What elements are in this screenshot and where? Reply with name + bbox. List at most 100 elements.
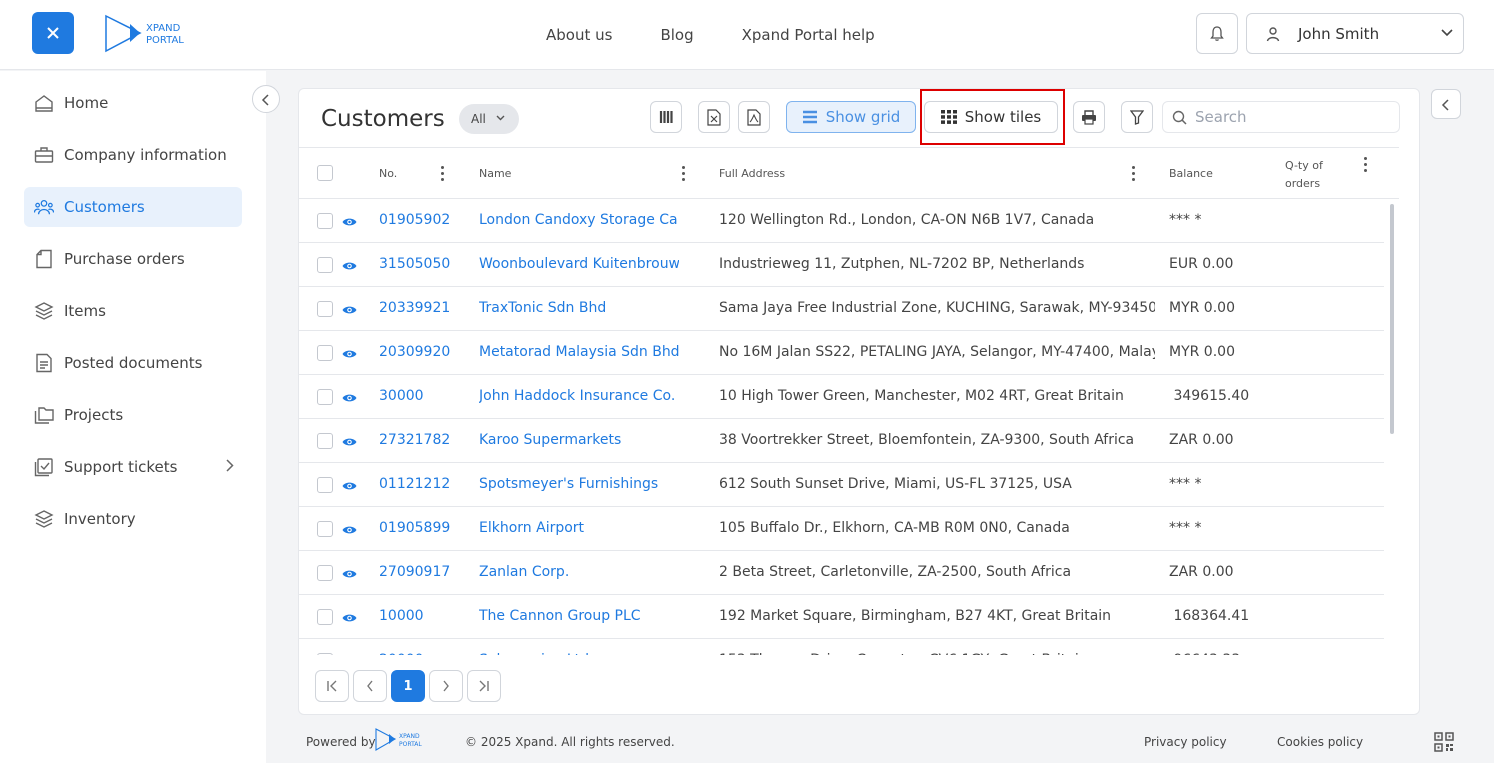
view-eye-icon[interactable] <box>342 347 357 363</box>
qr-code-icon[interactable] <box>1434 732 1454 752</box>
row-checkbox[interactable] <box>317 257 333 273</box>
view-eye-icon[interactable] <box>342 523 357 539</box>
customer-name-link[interactable]: Selangorian Ltd. <box>479 652 679 655</box>
customer-no-link[interactable]: 01121212 <box>379 476 469 492</box>
table-row[interactable]: 27321782 Karoo Supermarkets 38 Voortrekker… <box>299 419 1384 463</box>
xpand-portal-logo[interactable]: XPAND PORTAL <box>104 14 204 54</box>
columns-button[interactable] <box>650 101 682 133</box>
row-checkbox[interactable] <box>317 609 333 625</box>
customer-name-link[interactable]: Elkhorn Airport <box>479 520 679 536</box>
customer-name-link[interactable]: Zanlan Corp. <box>479 564 679 580</box>
row-checkbox[interactable] <box>317 213 333 229</box>
sidebar-item-home[interactable]: Home <box>24 83 242 123</box>
column-header-full-address[interactable]: Full Address <box>719 167 785 180</box>
sidebar-item-company-information[interactable]: Company information <box>24 135 242 175</box>
privacy-policy-link[interactable]: Privacy policy <box>1144 735 1227 749</box>
user-menu[interactable]: John Smith <box>1246 13 1464 54</box>
table-row[interactable]: 20000 Selangorian Ltd. 153 Thomas Drive, C… <box>299 639 1384 655</box>
next-page-button[interactable] <box>429 670 463 702</box>
customer-no-link[interactable]: 20000 <box>379 652 469 655</box>
table-row[interactable]: 01905902 London Candoxy Storage Ca... 120 … <box>299 199 1384 243</box>
search-input[interactable] <box>1195 106 1385 128</box>
table-row[interactable]: 20309920 Metatorad Malaysia Sdn Bhd No 16M… <box>299 331 1384 375</box>
filter-dropdown[interactable]: All <box>459 104 519 134</box>
column-header-name[interactable]: Name <box>479 167 511 180</box>
view-eye-icon[interactable] <box>342 479 357 495</box>
customer-no-link[interactable]: 10000 <box>379 608 469 624</box>
table-scrollbar[interactable] <box>1390 204 1394 434</box>
nav-blog[interactable]: Blog <box>660 26 693 44</box>
nav-portal-help[interactable]: Xpand Portal help <box>742 26 875 44</box>
last-page-button[interactable] <box>467 670 501 702</box>
customer-name-link[interactable]: Woonboulevard Kuitenbrouw... <box>479 256 679 272</box>
export-pdf-button[interactable] <box>738 101 770 133</box>
table-row[interactable]: 30000 John Haddock Insurance Co. 10 High T… <box>299 375 1384 419</box>
sidebar-item-posted-documents[interactable]: Posted documents <box>24 343 242 383</box>
customer-name-link[interactable]: John Haddock Insurance Co. <box>479 388 679 404</box>
row-checkbox[interactable] <box>317 565 333 581</box>
search-box[interactable] <box>1162 101 1400 133</box>
sidebar-item-inventory[interactable]: Inventory <box>24 499 242 539</box>
customer-no-link[interactable]: 20309920 <box>379 344 469 360</box>
row-checkbox[interactable] <box>317 477 333 493</box>
customer-no-link[interactable]: 20339921 <box>379 300 469 316</box>
row-checkbox[interactable] <box>317 301 333 317</box>
column-header-no[interactable]: No. <box>379 167 397 180</box>
row-checkbox[interactable] <box>317 345 333 361</box>
customer-no-link[interactable]: 01905902 <box>379 212 469 228</box>
table-row[interactable]: 01121212 Spotsmeyer's Furnishings 612 Sout… <box>299 463 1384 507</box>
view-eye-icon[interactable] <box>342 303 357 319</box>
notifications-button[interactable] <box>1196 13 1238 54</box>
cookies-policy-link[interactable]: Cookies policy <box>1277 735 1363 749</box>
page-1-button[interactable]: 1 <box>391 670 425 702</box>
customer-name-link[interactable]: The Cannon Group PLC <box>479 608 679 624</box>
column-menu-qty[interactable] <box>1364 157 1368 175</box>
column-menu-name[interactable] <box>682 166 686 184</box>
customer-no-link[interactable]: 27321782 <box>379 432 469 448</box>
export-excel-button[interactable] <box>698 101 730 133</box>
customer-name-link[interactable]: Metatorad Malaysia Sdn Bhd <box>479 344 679 360</box>
sidebar-item-items[interactable]: Items <box>24 291 242 331</box>
row-checkbox[interactable] <box>317 389 333 405</box>
customer-no-link[interactable]: 27090917 <box>379 564 469 580</box>
sidebar-item-projects[interactable]: Projects <box>24 395 242 435</box>
sidebar-item-support-tickets[interactable]: Support tickets <box>24 447 242 487</box>
customer-no-link[interactable]: 01905899 <box>379 520 469 536</box>
row-checkbox[interactable] <box>317 521 333 537</box>
row-checkbox[interactable] <box>317 433 333 449</box>
customer-no-link[interactable]: 30000 <box>379 388 469 404</box>
column-header-qty-orders[interactable]: Q-ty of orders <box>1285 157 1335 193</box>
view-eye-icon[interactable] <box>342 215 357 231</box>
view-eye-icon[interactable] <box>342 391 357 407</box>
customer-no-link[interactable]: 31505050 <box>379 256 469 272</box>
table-row[interactable]: 27090917 Zanlan Corp. 2 Beta Street, Carle… <box>299 551 1384 595</box>
row-checkbox[interactable] <box>317 653 333 655</box>
column-menu-address[interactable] <box>1132 166 1136 184</box>
print-button[interactable] <box>1073 101 1105 133</box>
column-header-balance[interactable]: Balance <box>1169 167 1213 180</box>
customer-name-link[interactable]: Spotsmeyer's Furnishings <box>479 476 679 492</box>
customer-name-link[interactable]: London Candoxy Storage Ca... <box>479 212 679 228</box>
view-eye-icon[interactable] <box>342 435 357 451</box>
customer-name-link[interactable]: TraxTonic Sdn Bhd <box>479 300 679 316</box>
table-row[interactable]: 20339921 TraxTonic Sdn Bhd Sama Jaya Free … <box>299 287 1384 331</box>
filter-button[interactable] <box>1121 101 1153 133</box>
customer-name-link[interactable]: Karoo Supermarkets <box>479 432 679 448</box>
sidebar-item-purchase-orders[interactable]: Purchase orders <box>24 239 242 279</box>
table-row[interactable]: 10000 The Cannon Group PLC 192 Market Squa… <box>299 595 1384 639</box>
close-menu-button[interactable] <box>32 12 74 54</box>
nav-about-us[interactable]: About us <box>546 26 612 44</box>
prev-page-button[interactable] <box>353 670 387 702</box>
table-row[interactable]: 01905899 Elkhorn Airport 105 Buffalo Dr., … <box>299 507 1384 551</box>
column-menu-no[interactable] <box>441 166 445 184</box>
view-eye-icon[interactable] <box>342 567 357 583</box>
table-row[interactable]: 31505050 Woonboulevard Kuitenbrouw... Indu… <box>299 243 1384 287</box>
collapse-sidebar-button[interactable] <box>252 85 280 113</box>
view-eye-icon[interactable] <box>342 611 357 627</box>
view-eye-icon[interactable] <box>342 259 357 275</box>
select-all-checkbox[interactable] <box>317 165 333 181</box>
first-page-button[interactable] <box>315 670 349 702</box>
collapse-right-panel-button[interactable] <box>1431 89 1461 119</box>
show-grid-button[interactable]: Show grid <box>786 101 916 133</box>
sidebar-item-customers[interactable]: Customers <box>24 187 242 227</box>
